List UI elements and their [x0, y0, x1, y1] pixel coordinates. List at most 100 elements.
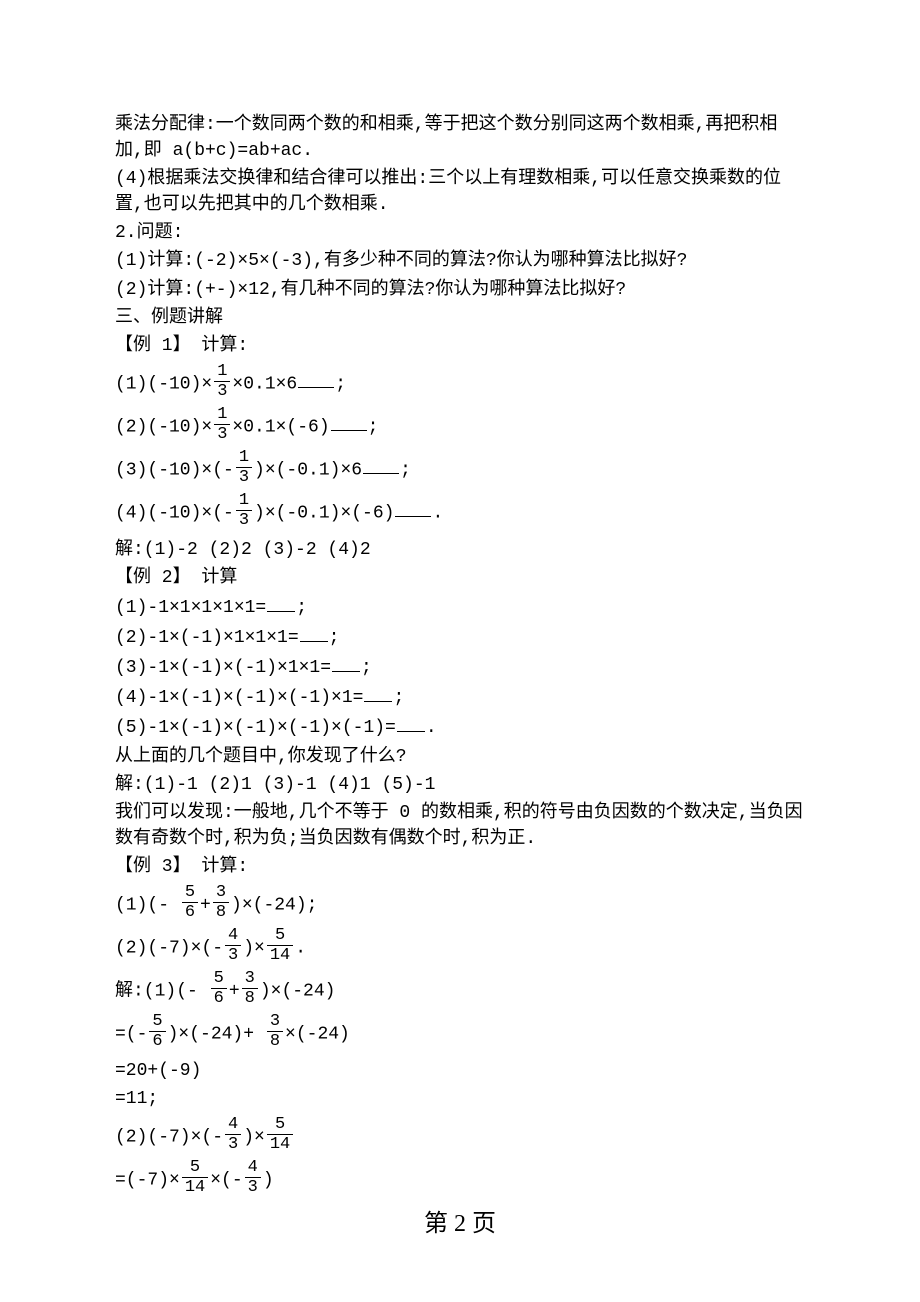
fraction-1-3: 13	[214, 406, 230, 443]
fraction-5-6: 56	[149, 1013, 165, 1050]
text: )×(-0.1)×6	[254, 460, 362, 480]
page-number: 第 2 页	[424, 1211, 496, 1237]
example-1-item-1: (1)(-10)×13×0.1×6;	[115, 365, 805, 402]
example-2-title: 【例 2】 计算	[115, 565, 805, 591]
text: .	[295, 938, 306, 958]
text: (2)-1×(-1)×1×1×1=	[115, 628, 299, 648]
text: 【例 2】 计算	[115, 568, 237, 588]
example-1-solution: 解:(1)-2 (2)2 (3)-2 (4)2	[115, 537, 805, 563]
paragraph-distributive: 乘法分配律:一个数同两个数的和相乘,等于把这个数分别同这两个数相乘,再把积相加,…	[115, 112, 805, 164]
text: ;	[393, 688, 404, 708]
example-3-item-2: (2)(-7)×(-43)×514.	[115, 929, 805, 966]
text: (2)(-10)×	[115, 417, 212, 437]
text: 从上面的几个题目中,你发现了什么?	[115, 747, 407, 767]
text: (2)计算:(+-)×12,有几种不同的算法?你认为哪种算法比拟好?	[115, 280, 626, 300]
text: (1)-1×1×1×1×1=	[115, 598, 266, 618]
text: )	[263, 1170, 274, 1190]
blank	[300, 623, 328, 642]
example-3-solution-1-line1: 解:(1)(- 56+38)×(-24)	[115, 972, 805, 1009]
blank	[267, 593, 295, 612]
text: 【例 1】 计算:	[115, 336, 248, 356]
text: (2)(-7)×(-	[115, 1127, 223, 1147]
text: 三、例题讲解	[115, 308, 223, 328]
text: ×(-24)	[285, 1024, 350, 1044]
fraction-4-3: 43	[225, 927, 241, 964]
blank	[364, 683, 392, 702]
fraction-3-8: 38	[213, 884, 229, 921]
text: )×(-24)+	[168, 1024, 254, 1044]
fraction-5-14: 514	[267, 1116, 293, 1153]
text: ×(-	[210, 1170, 242, 1190]
blank	[298, 369, 334, 388]
fraction-4-3: 43	[225, 1116, 241, 1153]
fraction-5-14: 514	[182, 1159, 208, 1196]
text: )×(-0.1)×(-6)	[254, 503, 394, 523]
text: ×0.1×(-6)	[232, 417, 329, 437]
fraction-5-6: 56	[211, 970, 227, 1007]
fraction-1-3: 13	[236, 449, 252, 486]
blank	[395, 498, 431, 517]
text: .	[432, 503, 443, 523]
example-3-solution-1-line4: =11;	[115, 1086, 805, 1112]
example-2-item-1: (1)-1×1×1×1×1=;	[115, 593, 805, 621]
text: =20+(-9)	[115, 1061, 201, 1081]
text: +	[200, 895, 211, 915]
example-3-solution-2-line2: =(-7)×514×(-43)	[115, 1161, 805, 1198]
text: ;	[329, 628, 340, 648]
text: 乘法分配律:一个数同两个数的和相乘,等于把这个数分别同这两个数相乘,再把积相加,…	[115, 115, 777, 161]
text: 2.问题:	[115, 223, 183, 243]
text: (1)(-10)×	[115, 374, 212, 394]
text: =11;	[115, 1089, 158, 1109]
text: )×(-24)	[260, 981, 336, 1001]
fraction-1-3: 13	[236, 492, 252, 529]
text: .	[426, 718, 437, 738]
text: ;	[296, 598, 307, 618]
text: ;	[361, 658, 372, 678]
blank	[397, 713, 425, 732]
text: ;	[368, 417, 379, 437]
fraction-5-6: 56	[182, 884, 198, 921]
text: (3)-1×(-1)×(-1)×1×1=	[115, 658, 331, 678]
text: 解:(1)(-	[115, 981, 198, 1001]
text: ×0.1×6	[232, 374, 297, 394]
fraction-3-8: 38	[242, 970, 258, 1007]
text: 我们可以发现:一般地,几个不等于 0 的数相乘,积的符号由负因数的个数决定,当负…	[115, 803, 803, 849]
fraction-5-14: 514	[267, 927, 293, 964]
example-3-item-1: (1)(- 56+38)×(-24);	[115, 886, 805, 923]
example-2-item-4: (4)-1×(-1)×(-1)×(-1)×1=;	[115, 683, 805, 711]
text: (2)(-7)×(-	[115, 938, 223, 958]
text: ;	[335, 374, 346, 394]
text: ;	[400, 460, 411, 480]
fraction-4-3: 43	[245, 1159, 261, 1196]
example-1-title: 【例 1】 计算:	[115, 333, 805, 359]
blank	[332, 653, 360, 672]
example-3-solution-1-line3: =20+(-9)	[115, 1058, 805, 1084]
example-2-item-3: (3)-1×(-1)×(-1)×1×1=;	[115, 653, 805, 681]
text: 【例 3】 计算:	[115, 857, 248, 877]
fraction-1-3: 13	[214, 363, 230, 400]
example-2-question: 从上面的几个题目中,你发现了什么?	[115, 744, 805, 770]
question-1: (1)计算:(-2)×5×(-3),有多少种不同的算法?你认为哪种算法比拟好?	[115, 248, 805, 274]
question-2: (2)计算:(+-)×12,有几种不同的算法?你认为哪种算法比拟好?	[115, 277, 805, 303]
blank	[363, 455, 399, 474]
example-2-item-2: (2)-1×(-1)×1×1×1=;	[115, 623, 805, 651]
text: (3)(-10)×(-	[115, 460, 234, 480]
text: =(-7)×	[115, 1170, 180, 1190]
text: +	[229, 981, 240, 1001]
text: )×	[243, 938, 265, 958]
example-3-solution-2-line1: (2)(-7)×(-43)×514	[115, 1118, 805, 1155]
example-3-title: 【例 3】 计算:	[115, 854, 805, 880]
text: (1)(-	[115, 895, 169, 915]
text: (4)-1×(-1)×(-1)×(-1)×1=	[115, 688, 363, 708]
text: (5)-1×(-1)×(-1)×(-1)×(-1)=	[115, 718, 396, 738]
question-heading: 2.问题:	[115, 220, 805, 246]
text: )×(-24);	[231, 895, 317, 915]
text: (1)计算:(-2)×5×(-3),有多少种不同的算法?你认为哪种算法比拟好?	[115, 251, 687, 271]
example-2-conclusion: 我们可以发现:一般地,几个不等于 0 的数相乘,积的符号由负因数的个数决定,当负…	[115, 800, 805, 852]
example-1-item-3: (3)(-10)×(-13)×(-0.1)×6;	[115, 451, 805, 488]
text: (4)根据乘法交换律和结合律可以推出:三个以上有理数相乘,可以任意交换乘数的位置…	[115, 169, 781, 215]
blank	[331, 412, 367, 431]
text: )×	[243, 1127, 265, 1147]
section-3-heading: 三、例题讲解	[115, 305, 805, 331]
text: 解:(1)-1 (2)1 (3)-1 (4)1 (5)-1	[115, 775, 435, 795]
